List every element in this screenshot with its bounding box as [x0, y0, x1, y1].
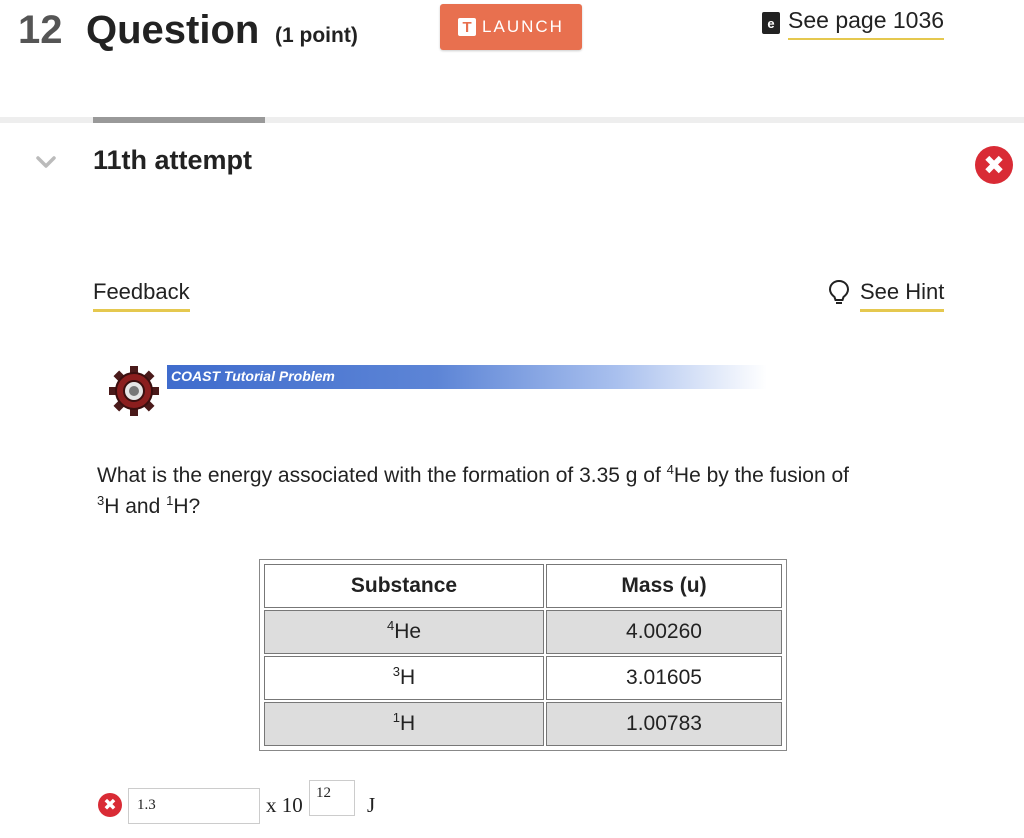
section-divider-accent — [93, 117, 265, 123]
see-hint-label: See Hint — [860, 279, 945, 312]
table-header-substance: Substance — [264, 564, 544, 608]
see-page-label: See page 1036 — [788, 7, 945, 40]
chevron-down-icon[interactable] — [34, 152, 58, 172]
launch-label: LAUNCH — [482, 17, 564, 36]
table-row: 1H 1.00783 — [264, 702, 782, 746]
feedback-link[interactable]: Feedback — [93, 279, 190, 312]
see-hint-link[interactable]: See Hint — [828, 279, 945, 312]
lightbulb-icon — [828, 279, 850, 304]
incorrect-status-icon: ✖ — [975, 146, 1013, 184]
answer-mantissa-input[interactable]: 1.3 — [128, 788, 260, 824]
answer-unit-label: J — [367, 793, 376, 817]
question-text: What is the energy associated with the f… — [97, 462, 850, 518]
book-icon: e — [762, 12, 780, 34]
launch-t-icon: T — [458, 18, 477, 36]
table-cell-substance: 4He — [264, 610, 544, 654]
see-page-link[interactable]: e See page 1036 — [762, 6, 945, 40]
table-header-mass: Mass (u) — [546, 564, 782, 608]
mass-table: Substance Mass (u) 4He 4.00260 3H 3.0160… — [259, 559, 787, 751]
launch-button[interactable]: T LAUNCH — [440, 4, 582, 50]
answer-exponent-input[interactable]: 12 — [309, 780, 355, 816]
table-cell-mass: 3.01605 — [546, 656, 782, 700]
answer-incorrect-icon: ✖ — [98, 793, 122, 817]
table-cell-mass: 1.00783 — [546, 702, 782, 746]
question-number: 12 — [18, 8, 63, 52]
attempt-label: 11th attempt — [93, 145, 253, 175]
question-title: Question — [86, 8, 260, 52]
table-row: 3H 3.01605 — [264, 656, 782, 700]
times-ten-label: x 10 — [266, 793, 303, 817]
gear-icon — [109, 366, 159, 416]
table-cell-substance: 3H — [264, 656, 544, 700]
table-cell-mass: 4.00260 — [546, 610, 782, 654]
table-cell-substance: 1H — [264, 702, 544, 746]
question-points: (1 point) — [275, 24, 358, 47]
coast-banner-label: COAST Tutorial Problem — [171, 368, 335, 384]
table-header-row: Substance Mass (u) — [264, 564, 782, 608]
table-row: 4He 4.00260 — [264, 610, 782, 654]
